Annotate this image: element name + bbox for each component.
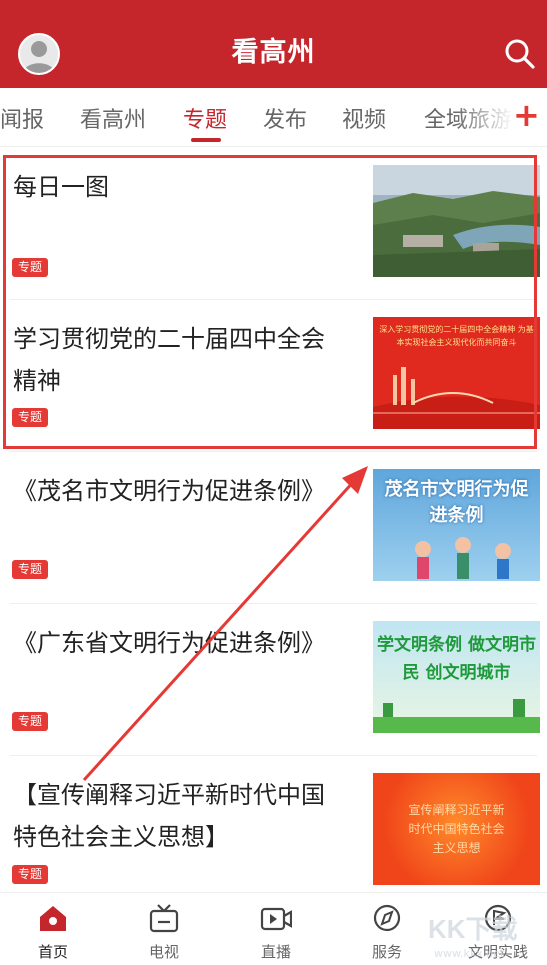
- item-title: 【宣传阐释习近平新时代中国特色社会主义思想】: [13, 781, 325, 851]
- list-item[interactable]: 《广东省文明行为促进条例》 专题 学文明条例 做文明市民 创文明城市: [0, 604, 547, 756]
- nav-service[interactable]: 服务: [347, 893, 427, 965]
- active-tab-indicator: [191, 138, 221, 142]
- nav-label: 服务: [371, 943, 402, 961]
- page-title: 看高州: [231, 37, 316, 68]
- tab-special[interactable]: 专题: [183, 102, 227, 134]
- watermark-url: www.kkx.net: [434, 947, 505, 960]
- highlight-box: [3, 155, 537, 449]
- tab-kangaozhou[interactable]: 看高州: [80, 102, 146, 134]
- nav-home[interactable]: 首页: [13, 893, 93, 965]
- nav-label: 首页: [37, 943, 68, 961]
- tab-publish[interactable]: 发布: [263, 102, 307, 134]
- nav-label: 直播: [260, 943, 291, 961]
- watermark-text: KK下载: [428, 914, 518, 944]
- topic-badge: 专题: [12, 712, 48, 731]
- item-thumbnail: 学文明条例 做文明市民 创文明城市: [373, 621, 540, 733]
- nav-live[interactable]: 直播: [236, 893, 316, 965]
- tab-video[interactable]: 视频: [342, 102, 386, 134]
- channel-tabs: 闻报 看高州 专题 发布 视频 全域旅游 +: [0, 88, 547, 147]
- item-thumbnail: 宣传阐释习近平新时代中国特色社会主义思想: [373, 773, 540, 885]
- nav-tv[interactable]: 电视: [124, 893, 204, 965]
- watermark: KK下载 www.kkx.net: [428, 905, 547, 965]
- tv-icon: [149, 904, 179, 933]
- add-channel-button[interactable]: +: [513, 96, 540, 134]
- home-icon: [40, 906, 66, 931]
- live-video-icon: [260, 907, 292, 931]
- search-icon[interactable]: [503, 37, 537, 71]
- compass-icon: [373, 904, 401, 932]
- app-header: 看高州: [0, 0, 547, 88]
- tab-news[interactable]: 闻报: [0, 102, 44, 134]
- list-item[interactable]: 《茂名市文明行为促进条例》 专题 茂名市文明行为促进条例: [0, 452, 547, 604]
- item-title: 《茂名市文明行为促进条例》: [13, 477, 325, 505]
- thumbnail-caption: 宣传阐释习近平新时代中国特色社会主义思想: [408, 803, 505, 855]
- tabs-fade: [455, 88, 513, 146]
- topic-badge: 专题: [12, 865, 48, 884]
- item-title: 《广东省文明行为促进条例》: [13, 629, 325, 657]
- list-item[interactable]: 【宣传阐释习近平新时代中国特色社会主义思想】 专题 宣传阐释习近平新时代中国特色…: [0, 756, 547, 908]
- nav-label: 电视: [148, 943, 179, 961]
- topic-badge: 专题: [12, 560, 48, 579]
- item-thumbnail: 茂名市文明行为促进条例: [373, 469, 540, 581]
